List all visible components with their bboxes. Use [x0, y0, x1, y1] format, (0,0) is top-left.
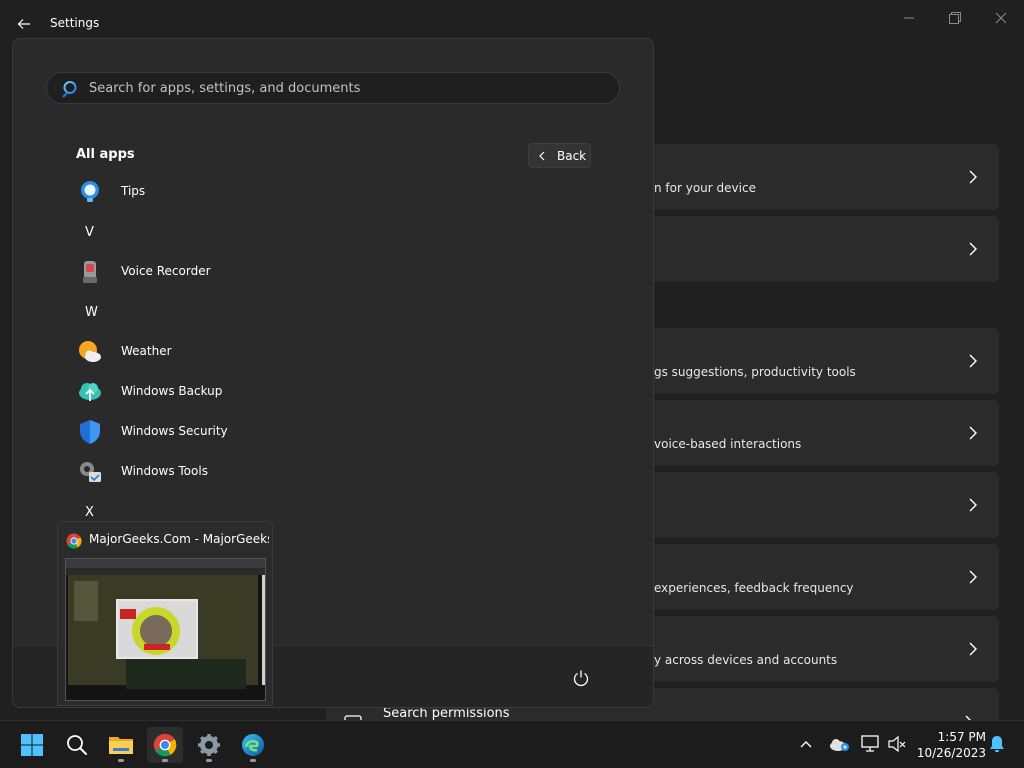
app-item-windows-backup[interactable]: Windows Backup [73, 374, 633, 410]
app-label: Voice Recorder [121, 264, 211, 278]
app-item-tips[interactable]: Tips [73, 174, 633, 210]
file-explorer-button[interactable] [103, 727, 139, 763]
setting-row-desc: voice-based interactions [654, 437, 802, 451]
onedrive-icon [830, 739, 849, 751]
restore-icon[interactable] [932, 6, 978, 30]
search-icon [67, 735, 87, 755]
running-indicator [162, 759, 168, 762]
preview-thumbnail [65, 558, 266, 701]
bell-icon [990, 736, 1004, 752]
chrome-icon [66, 533, 82, 549]
setting-row[interactable] [654, 472, 999, 538]
app-label: Weather [121, 344, 172, 358]
back-button-label: Back [557, 148, 587, 163]
notifications-tray[interactable] [986, 733, 1008, 755]
search-icon [62, 80, 80, 98]
setting-row[interactable]: n for your device [654, 144, 999, 210]
clock-date: 10/26/2023 [916, 746, 986, 760]
power-button[interactable] [569, 666, 593, 690]
onedrive-tray[interactable] [828, 733, 850, 755]
start-search-box[interactable] [46, 72, 620, 104]
start-button[interactable] [14, 727, 50, 763]
chrome-window-preview[interactable]: MajorGeeks.Com - MajorGeeks ... [57, 521, 273, 706]
weather-icon [77, 339, 103, 365]
setting-row[interactable]: experiences, feedback frequency [654, 544, 999, 610]
running-indicator [206, 759, 212, 762]
setting-row[interactable]: y across devices and accounts [654, 616, 999, 682]
letter-header-w[interactable]: W [85, 305, 105, 329]
running-indicator [118, 759, 124, 762]
chevron-left-icon [539, 151, 545, 160]
chevron-right-icon [965, 353, 981, 369]
network-tray[interactable] [860, 733, 882, 755]
setting-row-desc: gs suggestions, productivity tools [654, 365, 856, 379]
settings-icon [198, 734, 220, 756]
app-item-windows-security[interactable]: Windows Security [73, 414, 633, 450]
start-icon [21, 734, 43, 756]
setting-row[interactable]: gs suggestions, productivity tools [654, 328, 999, 394]
running-indicator [250, 759, 256, 762]
voice-recorder-icon [77, 259, 103, 285]
chevron-right-icon [965, 425, 981, 441]
search-permissions-icon [344, 710, 362, 729]
search-permissions-label: Search permissions [383, 706, 510, 721]
taskbar-search-button[interactable] [59, 727, 95, 763]
app-label: Windows Backup [121, 384, 223, 398]
window-title: Settings [50, 16, 100, 30]
setting-row-desc: experiences, feedback frequency [654, 581, 854, 595]
app-item-windows-tools[interactable]: Windows Tools [73, 454, 633, 490]
close-icon[interactable] [978, 6, 1024, 30]
letter-header-v[interactable]: V [85, 225, 105, 249]
setting-row-desc: y across devices and accounts [654, 653, 838, 667]
chrome-taskbar-button[interactable] [147, 727, 183, 763]
windows-backup-icon [77, 379, 103, 405]
app-label: Tips [121, 184, 146, 198]
back-button[interactable]: Back [528, 143, 591, 168]
chevron-right-icon [965, 169, 981, 185]
setting-row[interactable] [654, 216, 999, 282]
preview-title: MajorGeeks.Com - MajorGeeks ... [89, 532, 269, 546]
back-arrow-icon[interactable] [10, 10, 38, 38]
volume-tray[interactable] [886, 733, 908, 755]
chevron-up-icon [800, 741, 812, 748]
clock[interactable]: 1:57 PM 10/26/2023 [912, 729, 986, 761]
edge-taskbar-button[interactable] [235, 727, 271, 763]
edge-icon [242, 734, 264, 756]
windows-security-icon [77, 419, 103, 445]
clock-time: 1:57 PM [937, 730, 986, 744]
power-icon [573, 670, 589, 687]
chevron-right-icon [965, 497, 981, 513]
chrome-icon [153, 733, 177, 757]
show-hidden-icons-button[interactable] [795, 733, 817, 755]
all-apps-title: All apps [76, 147, 135, 162]
chevron-right-icon [965, 569, 981, 585]
app-item-weather[interactable]: Weather [73, 334, 633, 370]
minimize-icon[interactable] [886, 6, 932, 30]
windows-tools-icon [77, 459, 103, 485]
taskbar: 1:57 PM 10/26/2023 [0, 720, 1024, 768]
setting-row-desc: n for your device [654, 181, 756, 195]
chevron-right-icon [965, 641, 981, 657]
file-explorer-icon [109, 737, 133, 754]
app-label: Windows Tools [121, 464, 208, 478]
search-input[interactable] [89, 73, 609, 103]
volume-muted-icon [888, 735, 906, 753]
settings-taskbar-button[interactable] [191, 727, 227, 763]
chevron-right-icon [965, 241, 981, 257]
setting-row[interactable]: voice-based interactions [654, 400, 999, 466]
network-icon [861, 735, 879, 752]
app-item-voice-recorder[interactable]: Voice Recorder [73, 254, 633, 290]
tips-icon [77, 179, 103, 205]
app-label: Windows Security [121, 424, 228, 438]
